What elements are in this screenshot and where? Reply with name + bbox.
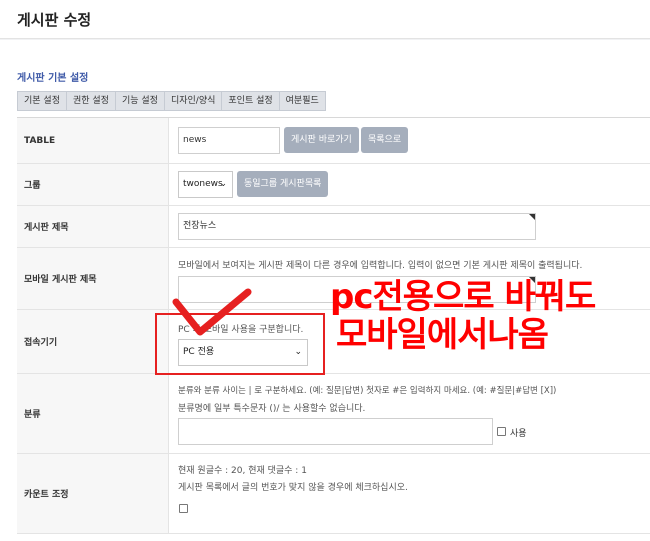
tab-point[interactable]: 포인트 설정 [221,91,279,111]
page-title: 게시판 수정 [17,11,92,29]
tab-extra[interactable]: 여분필드 [278,91,326,111]
group-select[interactable]: twonews ⌄ [178,171,233,198]
tab-design[interactable]: 디자인/양식 [163,91,222,111]
red-check-icon [172,288,252,336]
count-adjust-checkbox[interactable] [179,504,188,513]
table-input[interactable]: news [178,127,280,154]
row-table: TABLE news 게시판 바로가기 목록으로 [17,118,650,164]
group-select-value: twonews [183,179,223,189]
subject-input[interactable]: 전장뉴스 [178,213,536,240]
annotation-text: pc전용으로 바꿔도 모바일에서나옴 [330,277,596,355]
row-count: 카운트 조정 현재 원글수 : 20, 현재 댓글수 : 1 게시판 목록에서 … [17,454,650,534]
same-group-boards-button[interactable]: 동일그룹 게시판목록 [237,171,329,197]
category-help-2: 분류명에 일부 특수문자 ()/ 는 사용할수 없습니다. [178,404,366,414]
goto-board-button[interactable]: 게시판 바로가기 [284,127,359,153]
annotation-line-2: 모바일에서나옴 [336,315,549,355]
category-use-checkbox[interactable] [497,427,506,436]
count-help-2: 게시판 목록에서 글의 번호가 맞지 않을 경우에 체크하십시오. [178,483,408,493]
back-to-list-button[interactable]: 목록으로 [361,127,409,153]
row-label: 게시판 제목 [17,206,169,247]
tab-function[interactable]: 기능 설정 [114,91,164,111]
row-label: 접속기기 [17,310,169,373]
settings-form: TABLE news 게시판 바로가기 목록으로 그룹 twonews ⌄ 동일… [17,117,650,534]
row-label: 모바일 게시판 제목 [17,248,169,309]
category-use-label: 사용 [510,429,527,439]
category-help-1: 분류와 분류 사이는 | 로 구분하세요. (예: 질문|답변) 첫자로 #은 … [178,386,557,396]
section-title: 게시판 기본 설정 [17,73,89,84]
row-category: 분류 분류와 분류 사이는 | 로 구분하세요. (예: 질문|답변) 첫자로 … [17,374,650,454]
chevron-down-icon: ⌄ [219,179,227,189]
annotation-line-1: pc전용으로 바꿔도 [330,277,596,317]
tab-permission[interactable]: 권한 설정 [65,91,115,111]
row-label: 분류 [17,374,169,453]
tab-basic[interactable]: 기본 설정 [17,91,66,111]
category-input[interactable] [178,418,493,445]
mobile-subject-help: 모바일에서 보여지는 게시판 제목이 다른 경우에 입력합니다. 입력이 없으면… [178,261,583,271]
row-label: TABLE [17,118,169,163]
row-group: 그룹 twonews ⌄ 동일그룹 게시판목록 [17,164,650,206]
page-header: 게시판 수정 [0,0,650,39]
subject-value: 전장뉴스 [183,221,217,231]
row-subject: 게시판 제목 전장뉴스 [17,206,650,248]
row-label: 그룹 [17,164,169,205]
count-help-1: 현재 원글수 : 20, 현재 댓글수 : 1 [178,466,307,476]
row-label: 카운트 조정 [17,454,169,533]
settings-tabs: 기본 설정 권한 설정 기능 설정 디자인/양식 포인트 설정 여분필드 [17,91,326,111]
resize-corner-icon [529,214,535,220]
